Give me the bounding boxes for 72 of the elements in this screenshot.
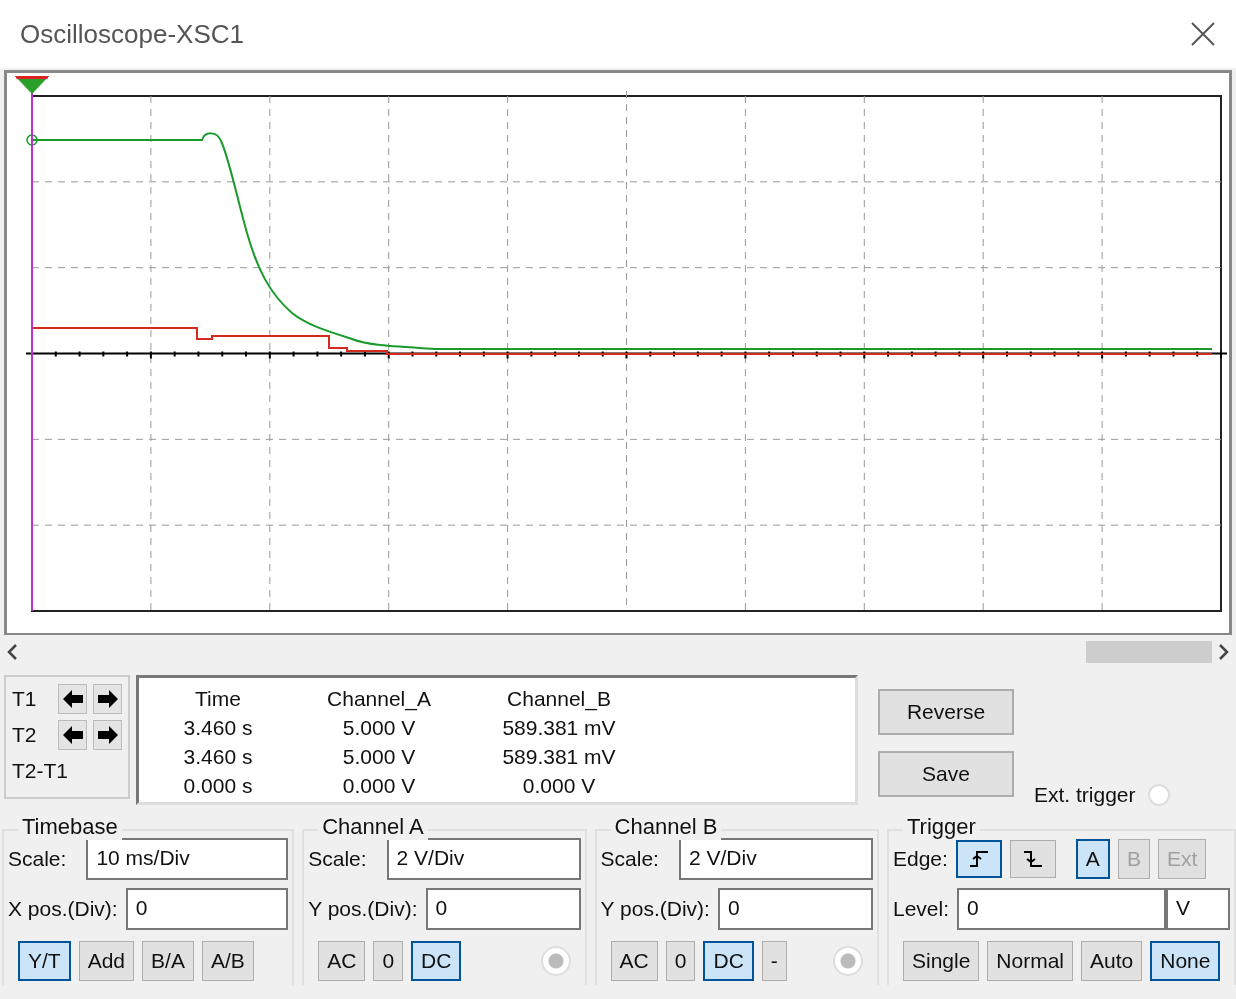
cursor-left-button[interactable]	[58, 720, 87, 750]
input-field[interactable]: 0	[425, 888, 581, 930]
cursor-left-button[interactable]	[58, 684, 87, 714]
readout-value: 5.000 V	[341, 715, 417, 741]
coupling-button[interactable]: DC	[703, 941, 754, 981]
trace-marker-icon	[26, 134, 38, 146]
unit-field[interactable]: V	[1166, 888, 1230, 930]
window-title: Oscilloscope-XSC1	[20, 18, 244, 50]
indicator-radio[interactable]	[832, 946, 863, 976]
source-button[interactable]: A	[1075, 839, 1110, 879]
field-label: Scale:	[600, 847, 659, 871]
ext-trigger-label: Ext. trigger	[1034, 783, 1136, 807]
cursor-label: T1	[12, 687, 38, 711]
scroll-right-icon[interactable]	[1218, 644, 1230, 660]
field-label: X pos.(Div):	[8, 897, 118, 921]
readout-value: 589.381 mV	[501, 715, 617, 741]
input-field[interactable]: 2 V/Div	[386, 838, 581, 880]
field-label: Edge:	[892, 847, 948, 871]
mode-button[interactable]: Add	[78, 941, 135, 981]
scroll-left-icon[interactable]	[6, 644, 18, 660]
coupling-button[interactable]: 0	[665, 941, 696, 981]
input-field[interactable]: 10 ms/Div	[86, 838, 289, 880]
falling-edge-icon	[1022, 848, 1043, 870]
readout-value: 0.000 s	[182, 773, 254, 799]
trigger-mode-button[interactable]: Single	[902, 941, 980, 981]
side-button[interactable]: Reverse	[878, 689, 1014, 735]
input-field[interactable]: 0	[125, 888, 289, 930]
column-header: Channel_B	[506, 686, 612, 713]
coupling-button[interactable]: AC	[610, 941, 658, 981]
readout-value: 5.000 V	[341, 744, 417, 770]
trigger-mode-button[interactable]: Normal	[987, 941, 1074, 981]
readout-value: 589.381 mV	[501, 744, 617, 770]
cursor-right-button[interactable]	[93, 684, 122, 714]
readout-value: 3.460 s	[182, 715, 254, 741]
rising-edge-icon	[968, 848, 989, 870]
input-field[interactable]: 2 V/Div	[678, 838, 873, 880]
input-field[interactable]: 0	[957, 888, 1166, 930]
cursor-label: T2-T1	[12, 759, 68, 783]
rising-edge-button[interactable]	[955, 840, 1002, 878]
coupling-button[interactable]: AC	[318, 941, 366, 981]
ext-trigger-radio[interactable]	[1147, 784, 1170, 806]
field-label: Level:	[892, 897, 949, 921]
right-arrow-icon	[96, 689, 119, 709]
trigger-mode-button[interactable]: None	[1150, 941, 1221, 981]
right-arrow-icon	[96, 725, 119, 745]
scrollbar-thumb[interactable]	[1086, 641, 1212, 663]
field-label: Scale:	[308, 847, 367, 871]
trigger-marker-icon	[15, 76, 49, 94]
input-field[interactable]: 0	[717, 888, 873, 930]
close-icon[interactable]	[1190, 21, 1216, 47]
readout-value: 3.460 s	[182, 744, 254, 770]
cursor-right-button[interactable]	[93, 720, 122, 750]
side-button[interactable]: Save	[878, 751, 1014, 797]
column-header: Time	[194, 686, 242, 712]
left-arrow-icon	[61, 689, 84, 709]
column-header: Channel_A	[326, 686, 432, 713]
field-label: Y pos.(Div):	[308, 897, 418, 921]
mode-button[interactable]: A/B	[201, 941, 254, 981]
coupling-button[interactable]: 0	[373, 941, 404, 981]
field-label: Scale:	[8, 847, 67, 871]
cursor-label: T2	[12, 723, 38, 747]
field-label: Y pos.(Div):	[600, 897, 710, 921]
indicator-radio[interactable]	[540, 946, 571, 976]
readout-value: 0.000 V	[341, 773, 417, 799]
falling-edge-button[interactable]	[1009, 840, 1056, 878]
coupling-button[interactable]: -	[761, 941, 787, 981]
trigger-mode-button[interactable]: Auto	[1081, 941, 1143, 981]
coupling-button[interactable]: DC	[411, 941, 462, 981]
mode-button[interactable]: Y/T	[18, 941, 71, 981]
mode-button[interactable]: B/A	[142, 941, 194, 981]
readout-value: 0.000 V	[521, 773, 597, 799]
left-arrow-icon	[61, 725, 84, 745]
